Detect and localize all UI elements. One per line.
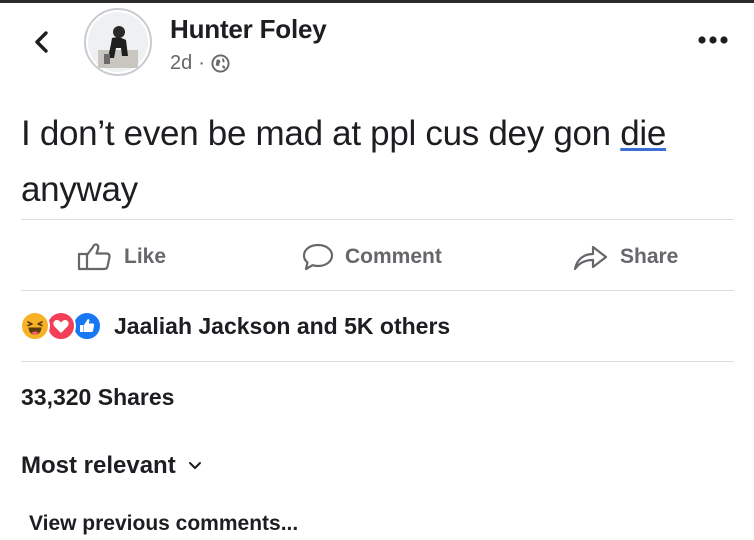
- comment-sort-label: Most relevant: [21, 452, 176, 479]
- post-text: I don’t even be mad at ppl cus dey gon d…: [21, 106, 736, 218]
- love-icon: [46, 311, 76, 341]
- chevron-down-icon: [188, 462, 201, 469]
- more-options-button[interactable]: [696, 33, 730, 47]
- divider: [21, 361, 734, 362]
- view-previous-comments-link[interactable]: View previous comments...: [29, 512, 298, 536]
- reaction-icons: [20, 311, 104, 341]
- divider: [21, 219, 734, 220]
- avatar[interactable]: [84, 8, 152, 76]
- chevron-left-icon: [35, 31, 48, 53]
- more-dots-icon: [698, 36, 728, 44]
- post-text-part: I don’t even be mad at ppl cus dey gon: [21, 114, 621, 153]
- author-name[interactable]: Hunter Foley: [170, 14, 327, 45]
- thumbs-up-icon: [77, 243, 111, 271]
- reactions-summary[interactable]: Jaaliah Jackson and 5K others: [20, 311, 450, 341]
- like-label: Like: [124, 245, 167, 268]
- shares-count[interactable]: 33,320 Shares: [21, 384, 174, 411]
- post-text-part: anyway: [21, 170, 138, 209]
- share-label: Share: [620, 245, 679, 268]
- share-arrow-icon: [573, 245, 608, 271]
- like-icon: [72, 311, 102, 341]
- post-meta: 2d ·: [170, 52, 230, 75]
- avatar-image: [88, 12, 148, 72]
- divider: [21, 290, 734, 291]
- comment-sort-dropdown[interactable]: Most relevant: [21, 452, 202, 480]
- comment-button[interactable]: Comment: [301, 240, 442, 274]
- like-button[interactable]: Like: [76, 240, 166, 274]
- globe-icon: [211, 54, 230, 73]
- post-text-highlight: die: [620, 114, 667, 153]
- share-button[interactable]: Share: [572, 240, 678, 274]
- top-border: [0, 0, 754, 3]
- reactions-text: Jaaliah Jackson and 5K others: [114, 312, 451, 339]
- back-button[interactable]: [30, 30, 54, 54]
- comment-bubble-icon: [302, 243, 334, 271]
- meta-separator: ·: [198, 52, 205, 74]
- post-time[interactable]: 2d: [170, 52, 192, 75]
- haha-icon: [20, 311, 50, 341]
- comment-label: Comment: [345, 245, 442, 268]
